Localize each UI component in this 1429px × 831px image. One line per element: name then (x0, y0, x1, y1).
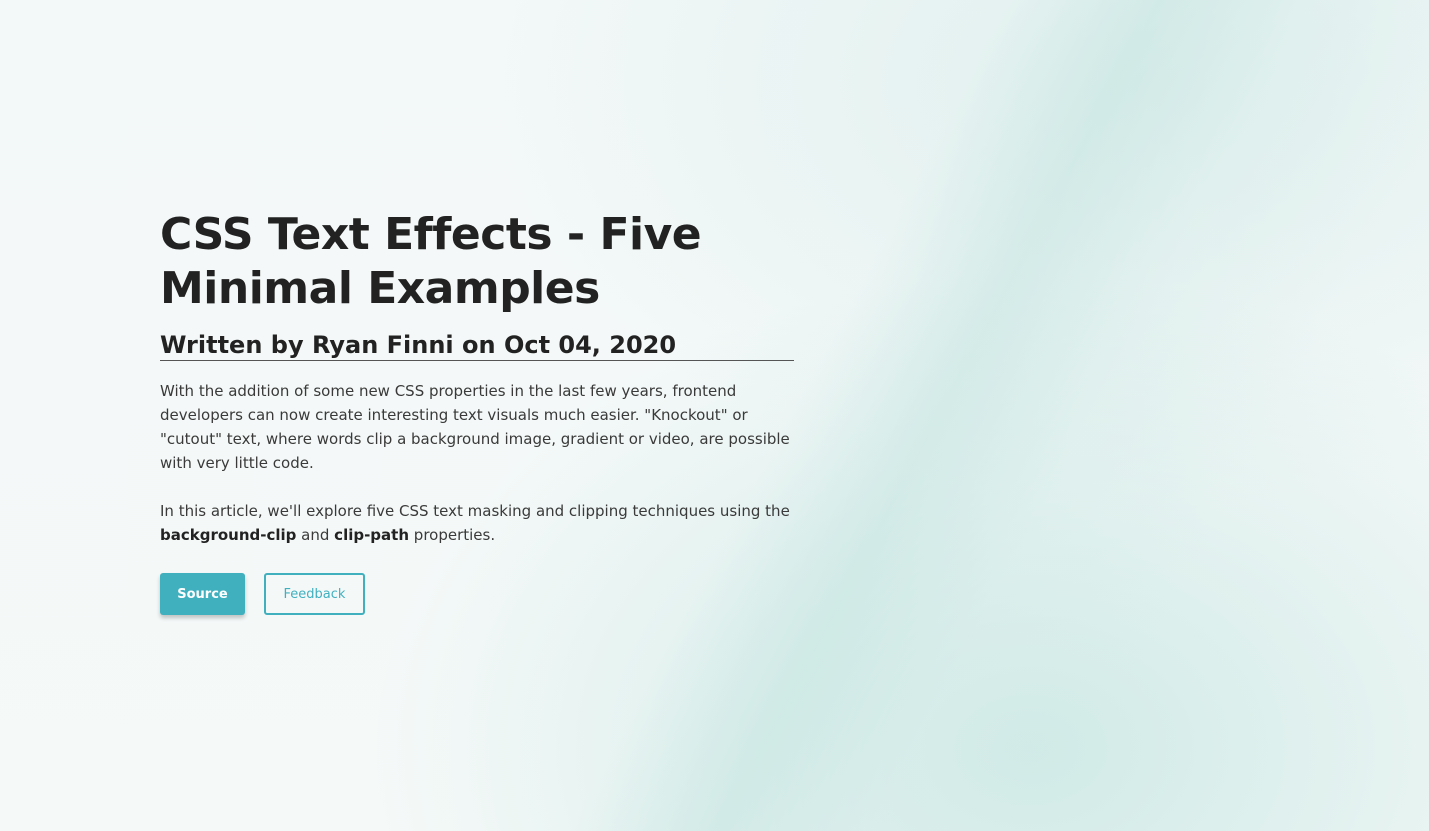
property-background-clip: background-clip (160, 526, 297, 544)
techniques-paragraph: In this article, we'll explore five CSS … (160, 499, 794, 547)
source-button[interactable]: Source (160, 573, 245, 615)
techniques-conjunction: and (296, 526, 335, 544)
property-clip-path: clip-path (334, 526, 410, 544)
techniques-prefix: In this article, we'll explore five CSS … (160, 502, 790, 520)
intro-paragraph: With the addition of some new CSS proper… (160, 382, 790, 472)
feedback-button[interactable]: Feedback (264, 573, 365, 615)
page-title: CSS Text Effects - Five Minimal Examples (160, 209, 702, 314)
techniques-suffix: properties. (409, 526, 496, 544)
byline: Written by Ryan Finni on Oct 04, 2020 (160, 330, 794, 361)
article-header: CSS Text Effects - Five Minimal Examples… (160, 208, 794, 615)
action-buttons: Source Feedback (160, 573, 794, 615)
